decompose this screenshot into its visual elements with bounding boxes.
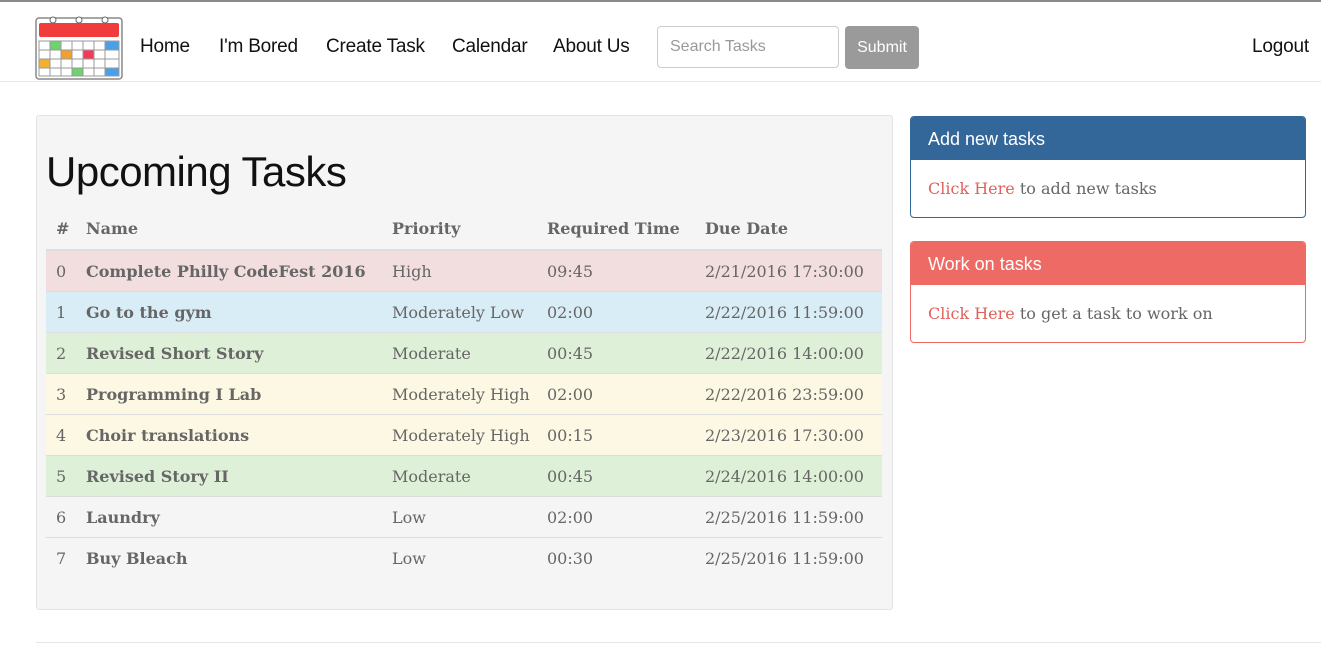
task-number: 1 xyxy=(46,291,86,333)
task-priority: Low xyxy=(392,496,547,538)
task-due-date: 2/22/2016 23:59:00 xyxy=(705,373,882,415)
task-required-time: 02:00 xyxy=(547,291,705,333)
task-due-date: 2/22/2016 14:00:00 xyxy=(705,332,882,374)
task-due-date: 2/21/2016 17:30:00 xyxy=(705,249,882,292)
table-header-row: # Name Priority Required Time Due Date xyxy=(46,207,882,251)
table-row[interactable]: 3 Programming I Lab Moderately High 02:00 2/… xyxy=(46,373,882,415)
task-required-time: 00:45 xyxy=(547,455,705,497)
task-number: 4 xyxy=(46,414,86,456)
table-row[interactable]: 5 Revised Story II Moderate 00:45 2/24/2016 … xyxy=(46,455,882,497)
add-tasks-body: Click Here to add new tasks xyxy=(911,160,1305,217)
nav-about-us[interactable]: About Us xyxy=(553,36,630,58)
task-name: Choir translations xyxy=(86,414,392,456)
search-input[interactable] xyxy=(657,26,839,68)
task-priority: Moderate xyxy=(392,332,547,374)
task-required-time: 00:45 xyxy=(547,332,705,374)
task-required-time: 09:45 xyxy=(547,249,705,292)
nav-im-bored[interactable]: I'm Bored xyxy=(219,36,298,58)
task-name: Revised Story II xyxy=(86,455,392,497)
column-header-priority: Priority xyxy=(392,207,547,251)
task-priority: Moderate xyxy=(392,455,547,497)
table-row[interactable]: 6 Laundry Low 02:00 2/25/2016 11:59:00 xyxy=(46,496,882,538)
nav-calendar[interactable]: Calendar xyxy=(452,36,528,58)
table-row[interactable]: 7 Buy Bleach Low 00:30 2/25/2016 11:59:00 xyxy=(46,537,882,578)
task-number: 7 xyxy=(46,537,86,578)
page-title: Upcoming Tasks xyxy=(46,148,347,195)
task-required-time: 02:00 xyxy=(547,496,705,538)
task-name: Buy Bleach xyxy=(86,537,392,578)
task-due-date: 2/25/2016 11:59:00 xyxy=(705,537,882,578)
task-name: Laundry xyxy=(86,496,392,538)
add-tasks-panel: Add new tasks Click Here to add new task… xyxy=(910,116,1306,218)
table-row[interactable]: 4 Choir translations Moderately High 00:15 2… xyxy=(46,414,882,456)
column-header-due-date: Due Date xyxy=(705,207,882,251)
task-priority: Low xyxy=(392,537,547,578)
table-row[interactable]: 0 Complete Philly CodeFest 2016 High 09:45 2… xyxy=(46,249,882,292)
task-name: Revised Short Story xyxy=(86,332,392,374)
navbar: Home I'm Bored Create Task Calendar Abou… xyxy=(0,2,1321,82)
add-tasks-heading: Add new tasks xyxy=(911,117,1305,160)
add-tasks-text: to add new tasks xyxy=(1014,179,1157,198)
task-number: 0 xyxy=(46,249,86,292)
task-priority: High xyxy=(392,249,547,292)
task-due-date: 2/24/2016 14:00:00 xyxy=(705,455,882,497)
column-header-name: Name xyxy=(86,207,392,251)
task-priority: Moderately High xyxy=(392,373,547,415)
task-number: 5 xyxy=(46,455,86,497)
logout-link[interactable]: Logout xyxy=(1252,36,1309,58)
task-due-date: 2/25/2016 11:59:00 xyxy=(705,496,882,538)
column-header-number: # xyxy=(46,207,86,251)
task-name: Programming I Lab xyxy=(86,373,392,415)
footer-divider xyxy=(36,642,1321,643)
task-number: 6 xyxy=(46,496,86,538)
nav-home[interactable]: Home xyxy=(140,36,190,58)
nav-create-task[interactable]: Create Task xyxy=(326,36,425,58)
work-tasks-body: Click Here to get a task to work on xyxy=(911,285,1305,342)
column-header-required-time: Required Time xyxy=(547,207,705,251)
task-name: Go to the gym xyxy=(86,291,392,333)
task-name: Complete Philly CodeFest 2016 xyxy=(86,249,392,292)
add-tasks-link[interactable]: Click Here xyxy=(928,179,1015,198)
work-tasks-heading: Work on tasks xyxy=(911,242,1305,285)
table-row[interactable]: 2 Revised Short Story Moderate 00:45 2/22/20… xyxy=(46,332,882,374)
calendar-icon[interactable] xyxy=(35,14,123,80)
table-row[interactable]: 1 Go to the gym Moderately Low 02:00 2/22/20… xyxy=(46,291,882,333)
task-due-date: 2/23/2016 17:30:00 xyxy=(705,414,882,456)
work-tasks-link[interactable]: Click Here xyxy=(928,304,1015,323)
task-number: 3 xyxy=(46,373,86,415)
task-required-time: 00:30 xyxy=(547,537,705,578)
task-priority: Moderately Low xyxy=(392,291,547,333)
work-tasks-text: to get a task to work on xyxy=(1014,304,1213,323)
task-priority: Moderately High xyxy=(392,414,547,456)
submit-button[interactable]: Submit xyxy=(845,26,919,69)
task-number: 2 xyxy=(46,332,86,374)
task-required-time: 02:00 xyxy=(547,373,705,415)
task-due-date: 2/22/2016 11:59:00 xyxy=(705,291,882,333)
task-required-time: 00:15 xyxy=(547,414,705,456)
tasks-table: # Name Priority Required Time Due Date 0… xyxy=(46,207,882,578)
work-tasks-panel: Work on tasks Click Here to get a task t… xyxy=(910,241,1306,343)
